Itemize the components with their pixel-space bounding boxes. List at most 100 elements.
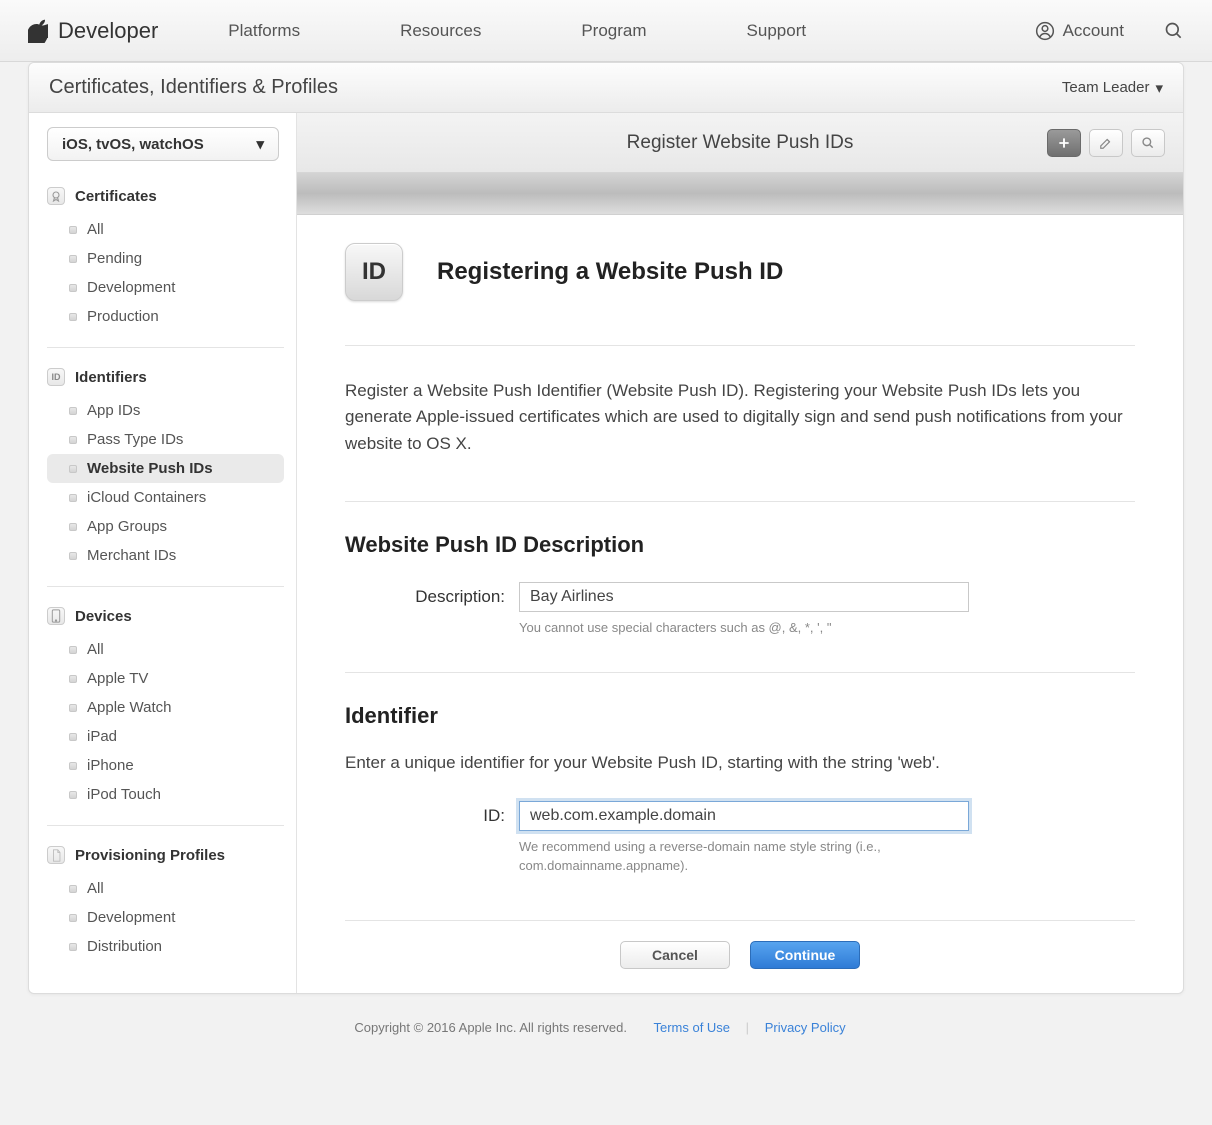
apple-logo-icon: [28, 19, 48, 43]
action-bar: Cancel Continue: [297, 921, 1183, 993]
hero: ID Registering a Website Push ID: [345, 243, 1135, 301]
sidebar-item-prov-development[interactable]: Development: [47, 903, 284, 932]
toolbar-title: Register Website Push IDs: [627, 132, 854, 154]
divider: [345, 501, 1135, 502]
sidebar-item-cert-production[interactable]: Production: [47, 302, 284, 331]
group-devices: Devices All Apple TV Apple Watch iPad iP…: [47, 601, 284, 809]
search-icon: [1141, 136, 1155, 150]
sidebar-item-apple-tv[interactable]: Apple TV: [47, 664, 284, 693]
sidebar-item-website-push-ids[interactable]: Website Push IDs: [47, 454, 284, 483]
divider: [345, 345, 1135, 346]
role-dropdown[interactable]: Team Leader ▾: [1062, 79, 1163, 97]
bullet-icon: [69, 494, 77, 502]
gradient-band: [297, 173, 1183, 215]
separator: |: [746, 1020, 749, 1035]
sidebar-item-cert-pending[interactable]: Pending: [47, 244, 284, 273]
bullet-icon: [69, 465, 77, 473]
sidebar-item-app-groups[interactable]: App Groups: [47, 512, 284, 541]
group-provisioning: Provisioning Profiles All Development Di…: [47, 840, 284, 961]
sidebar-item-merchant-ids[interactable]: Merchant IDs: [47, 541, 284, 570]
bullet-icon: [69, 733, 77, 741]
cancel-button[interactable]: Cancel: [620, 941, 730, 969]
plus-icon: [1057, 136, 1071, 150]
bullet-icon: [69, 313, 77, 321]
panel-header: Certificates, Identifiers & Profiles Tea…: [29, 63, 1183, 113]
id-input[interactable]: [519, 801, 969, 831]
copyright: Copyright © 2016 Apple Inc. All rights r…: [354, 1020, 627, 1035]
divider: [47, 586, 284, 587]
group-title: Identifiers: [75, 369, 147, 386]
bullet-icon: [69, 704, 77, 712]
nav-resources[interactable]: Resources: [400, 21, 481, 41]
id-hint: We recommend using a reverse-domain name…: [519, 837, 969, 876]
bullet-icon: [69, 914, 77, 922]
description-label: Description:: [345, 582, 505, 607]
group-title: Certificates: [75, 188, 157, 205]
bullet-icon: [69, 943, 77, 951]
platform-select[interactable]: iOS, tvOS, watchOS ▾: [47, 127, 279, 161]
sidebar-item-dev-all[interactable]: All: [47, 635, 284, 664]
bullet-icon: [69, 885, 77, 893]
account-icon: [1035, 21, 1055, 41]
sidebar-item-apple-watch[interactable]: Apple Watch: [47, 693, 284, 722]
add-button[interactable]: [1047, 129, 1081, 157]
terms-link[interactable]: Terms of Use: [653, 1020, 730, 1035]
footer: Copyright © 2016 Apple Inc. All rights r…: [0, 994, 1212, 1061]
role-label: Team Leader: [1062, 79, 1150, 96]
id-badge-icon: ID: [345, 243, 403, 301]
device-icon: [47, 607, 65, 625]
bullet-icon: [69, 675, 77, 683]
bullet-icon: [69, 407, 77, 415]
sidebar-item-iphone[interactable]: iPhone: [47, 751, 284, 780]
identifier-icon: ID: [47, 368, 65, 386]
sidebar-item-app-ids[interactable]: App IDs: [47, 396, 284, 425]
group-title: Devices: [75, 608, 132, 625]
main-area: Register Website Push IDs ID: [297, 113, 1183, 993]
bullet-icon: [69, 523, 77, 531]
group-identifiers: ID Identifiers App IDs Pass Type IDs Web…: [47, 362, 284, 570]
edit-icon: [1099, 136, 1113, 150]
divider: [47, 825, 284, 826]
nav-support[interactable]: Support: [747, 21, 807, 41]
platform-label: iOS, tvOS, watchOS: [62, 136, 204, 153]
chevron-down-icon: ▾: [1155, 79, 1163, 97]
sidebar-item-icloud-containers[interactable]: iCloud Containers: [47, 483, 284, 512]
id-label: ID:: [345, 801, 505, 826]
brand-text: Developer: [58, 18, 158, 44]
edit-button[interactable]: [1089, 129, 1123, 157]
bullet-icon: [69, 552, 77, 560]
account-link[interactable]: Account: [1035, 21, 1124, 41]
sidebar-item-cert-development[interactable]: Development: [47, 273, 284, 302]
bullet-icon: [69, 255, 77, 263]
bullet-icon: [69, 436, 77, 444]
description-input[interactable]: [519, 582, 969, 612]
top-nav: Developer Platforms Resources Program Su…: [0, 0, 1212, 62]
sidebar-item-prov-all[interactable]: All: [47, 874, 284, 903]
continue-button[interactable]: Continue: [750, 941, 860, 969]
identifier-sub: Enter a unique identifier for your Websi…: [345, 753, 1135, 773]
sidebar-item-prov-distribution[interactable]: Distribution: [47, 932, 284, 961]
nav-program[interactable]: Program: [581, 21, 646, 41]
search-button[interactable]: [1131, 129, 1165, 157]
group-certificates: Certificates All Pending Development Pro…: [47, 181, 284, 331]
sidebar-item-cert-all[interactable]: All: [47, 215, 284, 244]
divider: [47, 347, 284, 348]
divider: [345, 672, 1135, 673]
nav-items: Platforms Resources Program Support: [228, 21, 806, 41]
nav-platforms[interactable]: Platforms: [228, 21, 300, 41]
bullet-icon: [69, 791, 77, 799]
account-label: Account: [1063, 21, 1124, 41]
certificate-icon: [47, 187, 65, 205]
sidebar-item-pass-type-ids[interactable]: Pass Type IDs: [47, 425, 284, 454]
hero-title: Registering a Website Push ID: [437, 258, 783, 286]
brand[interactable]: Developer: [28, 18, 158, 44]
sidebar-item-ipad[interactable]: iPad: [47, 722, 284, 751]
intro-text: Register a Website Push Identifier (Webs…: [345, 378, 1135, 457]
profile-icon: [47, 846, 65, 864]
bullet-icon: [69, 284, 77, 292]
search-icon[interactable]: [1164, 21, 1184, 41]
privacy-link[interactable]: Privacy Policy: [765, 1020, 846, 1035]
sidebar-item-ipod-touch[interactable]: iPod Touch: [47, 780, 284, 809]
description-hint: You cannot use special characters such a…: [519, 618, 969, 638]
bullet-icon: [69, 646, 77, 654]
